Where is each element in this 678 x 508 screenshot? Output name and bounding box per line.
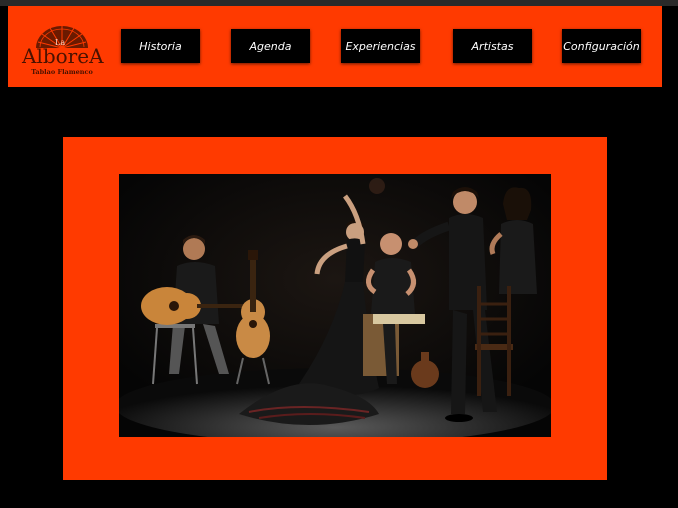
flamenco-performance-photo — [119, 174, 551, 437]
nav-agenda-button[interactable]: Agenda — [231, 29, 310, 63]
logo-tagline: Tablao Flamenco — [31, 68, 93, 76]
nav-artistas-button[interactable]: Artistas — [453, 29, 532, 63]
alborea-logo[interactable]: La AlboreA Tablao Flamenco — [22, 18, 104, 78]
nav-configuracion-button[interactable]: Configuración — [562, 29, 641, 63]
logo-wordmark: AlboreA — [22, 44, 104, 68]
nav-experiencias-button[interactable]: Experiencias — [341, 29, 420, 63]
site-header: La AlboreA Tablao Flamenco Historia Agen… — [8, 6, 662, 87]
nav-historia-button[interactable]: Historia — [121, 29, 200, 63]
hero-panel — [63, 137, 607, 480]
